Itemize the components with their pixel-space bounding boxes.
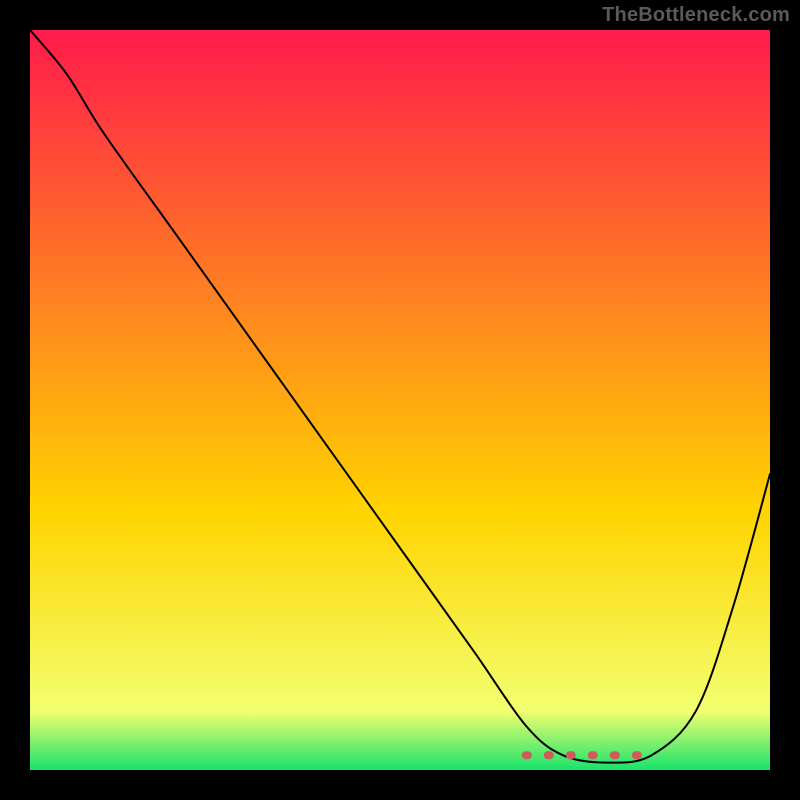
bottleneck-chart	[30, 30, 770, 770]
attribution-label: TheBottleneck.com	[602, 4, 790, 27]
chart-stage: TheBottleneck.com	[0, 0, 800, 800]
gradient-background	[30, 30, 770, 770]
